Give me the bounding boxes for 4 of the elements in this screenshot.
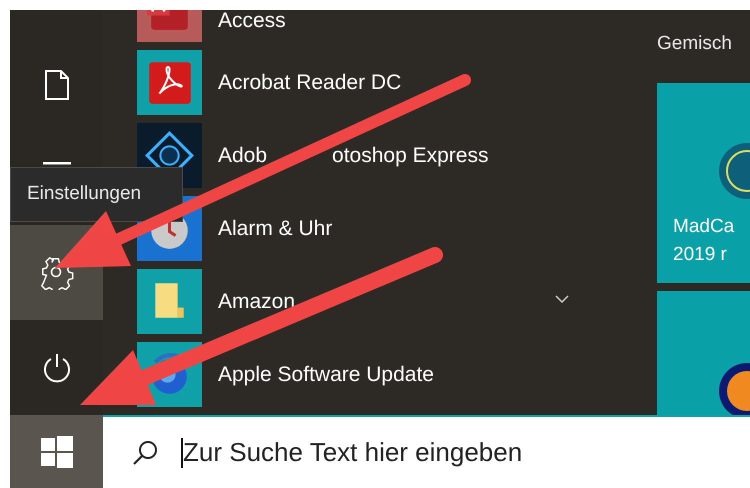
group-title: Gemisch — [657, 32, 733, 56]
tile-label: MadCa — [673, 215, 734, 239]
tile-label: 2019 r — [673, 243, 728, 267]
tooltip: Einstellungen — [10, 167, 183, 222]
